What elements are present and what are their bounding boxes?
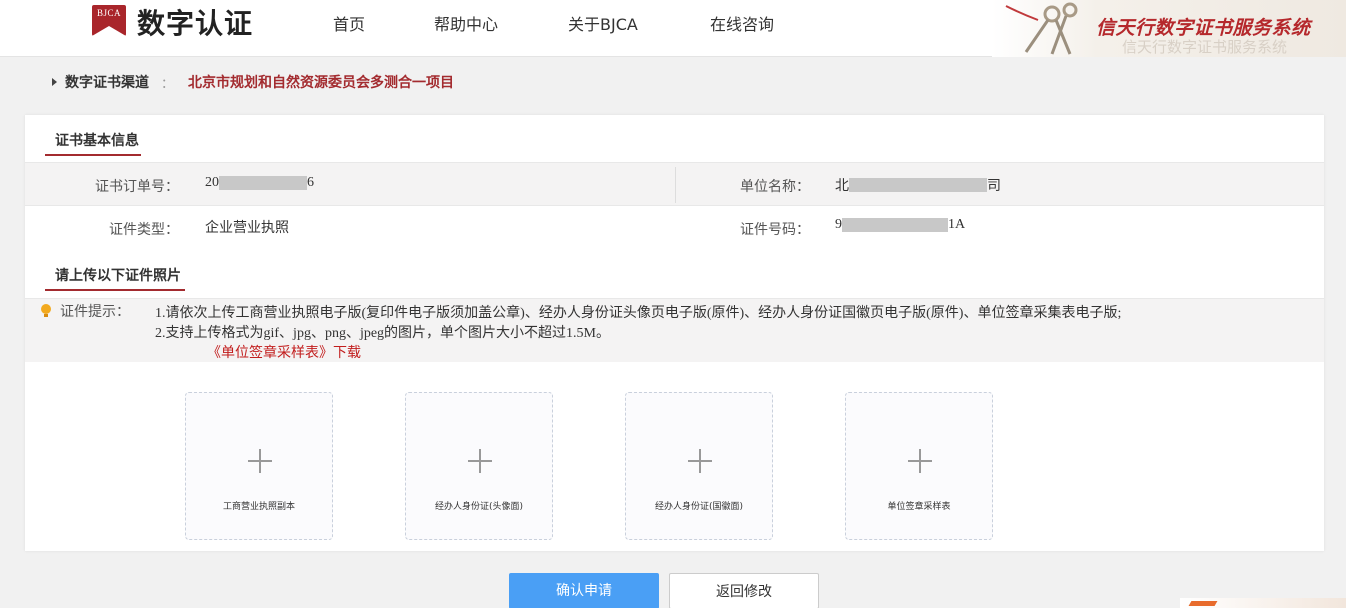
confirm-apply-button[interactable]: 确认申请 <box>509 573 659 608</box>
order-no-suffix: 6 <box>307 175 314 190</box>
nav-help-center[interactable]: 帮助中心 <box>434 11 498 35</box>
nav-online-consult[interactable]: 在线咨询 <box>710 11 774 35</box>
cert-no-value: 9 1A <box>835 217 965 233</box>
cert-type-value: 企业营业执照 <box>205 220 289 236</box>
logo-badge-fold <box>92 26 126 36</box>
slogan-text: 信天行数字证书服务系统 <box>1096 17 1311 39</box>
order-no-prefix: 20 <box>205 175 219 190</box>
upload-slot-label: 工商营业执照副本 <box>222 502 295 512</box>
cert-info-title-underline <box>45 154 141 156</box>
info-row-cert-type: 证件类型： 企业营业执照 证件号码： 9 1A <box>25 206 1324 250</box>
cert-no-prefix: 9 <box>835 217 842 232</box>
cert-type-label: 证件类型： <box>109 222 179 238</box>
org-name-label: 单位名称： <box>740 179 810 195</box>
tip-label: 证件提示： <box>60 304 130 320</box>
back-edit-button[interactable]: 返回修改 <box>669 573 819 608</box>
upload-id-portrait[interactable]: 经办人身份证(头像面) <box>405 392 553 540</box>
plus-icon <box>259 449 261 473</box>
tip-line-2: 2.支持上传格式为gif、jpg、png、jpeg的图片，单个图片大小不超过1.… <box>155 326 610 341</box>
breadcrumb-current: 北京市规划和自然资源委员会多测合一项目 <box>188 75 455 91</box>
footer-corner-decoration <box>1180 598 1346 608</box>
plus-icon <box>479 449 481 473</box>
logo-text[interactable]: 数字认证 <box>137 2 253 42</box>
lightbulb-icon <box>41 304 51 317</box>
upload-section-title: 请上传以下证件照片 <box>55 268 181 284</box>
slogan-banner: 信天行数字证书服务系统 信天行数字证书服务系统 <box>992 0 1346 57</box>
cert-no-suffix: 1A <box>948 217 966 232</box>
upload-title-underline <box>45 289 185 291</box>
breadcrumb: 数字证书渠道 ： 北京市规划和自然资源委员会多测合一项目 <box>52 72 454 92</box>
seal-form-download-link[interactable]: 《单位签章采样表》下载 <box>207 342 361 362</box>
redaction-mask <box>849 178 987 192</box>
upload-id-emblem[interactable]: 经办人身份证(国徽面) <box>625 392 773 540</box>
breadcrumb-root[interactable]: 数字证书渠道 <box>65 72 149 92</box>
plus-icon <box>919 449 921 473</box>
cert-no-label: 证件号码： <box>740 222 810 238</box>
logo-badge-text: BJCA <box>96 8 121 18</box>
play-triangle-icon <box>52 78 57 86</box>
upload-slot-label: 经办人身份证(国徽面) <box>654 502 744 512</box>
org-name-suffix: 司 <box>987 179 1001 194</box>
order-no-value: 20 6 <box>205 175 314 191</box>
org-name-prefix: 北 <box>835 179 849 194</box>
redaction-mask <box>219 176 307 190</box>
site-header: BJCA 数字认证 首页 帮助中心 关于BJCA 在线咨询 信天行数字证书服务系… <box>0 0 1346 57</box>
upload-seal-form[interactable]: 单位签章采样表 <box>845 392 993 540</box>
upload-tip-box: 证件提示： 1.请依次上传工商营业执照电子版(复印件电子版须加盖公章)、经办人身… <box>25 298 1324 362</box>
redaction-mask <box>842 218 948 232</box>
upload-slot-label: 单位签章采样表 <box>887 502 951 512</box>
application-panel: 证书基本信息 证书订单号： 20 6 单位名称： 北司 证件类型： 企业营业执照 … <box>25 115 1324 551</box>
column-divider <box>675 167 676 203</box>
info-row-order: 证书订单号： 20 6 单位名称： 北司 <box>25 162 1324 206</box>
upload-business-license[interactable]: 工商营业执照副本 <box>185 392 333 540</box>
tip-line-1: 1.请依次上传工商营业执照电子版(复印件电子版须加盖公章)、经办人身份证头像页电… <box>155 306 1122 321</box>
keys-decoration-icon <box>1005 2 1078 55</box>
plus-icon <box>699 449 701 473</box>
upload-slot-label: 经办人身份证(头像面) <box>434 502 524 512</box>
cert-info-title: 证书基本信息 <box>55 133 139 149</box>
bjca-logo-badge[interactable]: BJCA <box>92 5 126 36</box>
nav-home[interactable]: 首页 <box>333 11 365 35</box>
org-name-value: 北司 <box>835 175 1001 195</box>
breadcrumb-separator: ： <box>161 76 175 92</box>
nav-about-bjca[interactable]: 关于BJCA <box>568 11 638 35</box>
order-no-label: 证书订单号： <box>95 179 179 195</box>
